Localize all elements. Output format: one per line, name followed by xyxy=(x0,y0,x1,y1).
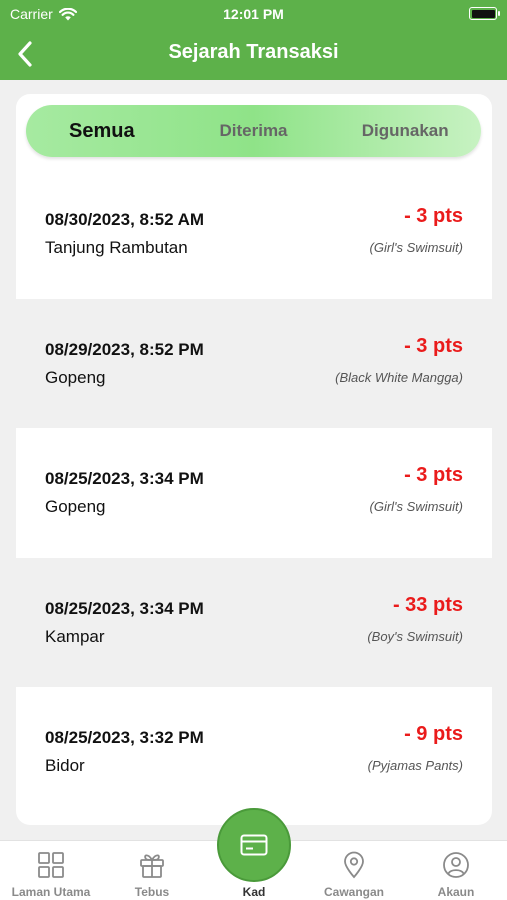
transaction-item: (Pyjamas Pants) xyxy=(367,758,463,773)
transaction-date: 08/30/2023, 8:52 AM xyxy=(45,210,205,229)
transaction-points: - 3 pts xyxy=(404,334,463,357)
tab-tebus[interactable]: Tebus xyxy=(102,851,202,899)
location-pin-icon xyxy=(344,851,364,879)
user-icon xyxy=(443,852,469,878)
transaction-row[interactable]: 08/25/2023, 3:34 PM Kampar - 33 pts (Boy… xyxy=(16,557,492,687)
transaction-item: (Black White Mangga) xyxy=(335,369,463,385)
transaction-location: Gopeng xyxy=(45,497,106,516)
transaction-item: (Girl's Swimsuit) xyxy=(369,240,463,255)
header: Sejarah Transaksi xyxy=(0,28,507,80)
transaction-row[interactable]: 08/25/2023, 3:34 PM Gopeng - 3 pts (Girl… xyxy=(16,428,492,558)
transaction-row[interactable]: 08/30/2023, 8:52 AM Tanjung Rambutan - 3… xyxy=(16,169,492,299)
tab-cawangan[interactable]: Cawangan xyxy=(304,851,404,899)
tab-diterima[interactable]: Diterima xyxy=(178,121,330,141)
tab-label: Cawangan xyxy=(323,885,384,899)
filter-tabs: Semua Diterima Digunakan xyxy=(26,105,481,157)
transaction-date: 08/25/2023, 3:32 PM xyxy=(45,728,204,747)
tab-label: Akaun xyxy=(437,885,475,899)
clock: 12:01 PM xyxy=(223,6,284,22)
tab-label: Tebus xyxy=(134,885,170,899)
transaction-list: 08/30/2023, 8:52 AM Tanjung Rambutan - 3… xyxy=(16,169,492,817)
transaction-card: Semua Diterima Digunakan 08/30/2023, 8:5… xyxy=(16,94,492,825)
gift-icon xyxy=(140,854,164,878)
page-title: Sejarah Transaksi xyxy=(168,41,339,63)
transaction-date: 08/29/2023, 8:52 PM xyxy=(45,339,204,359)
transaction-points: - 3 pts xyxy=(404,205,463,227)
transaction-item: (Girl's Swimsuit) xyxy=(369,499,463,514)
transaction-location: Tanjung Rambutan xyxy=(45,238,188,257)
transaction-location: Gopeng xyxy=(45,367,106,387)
transaction-item: (Boy's Swimsuit) xyxy=(367,628,463,644)
transaction-location: Kampar xyxy=(45,626,105,646)
transaction-points: - 9 pts xyxy=(404,723,463,745)
transaction-date: 08/25/2023, 3:34 PM xyxy=(45,469,204,488)
transaction-points: - 3 pts xyxy=(404,464,463,486)
card-icon xyxy=(240,834,268,856)
tab-akaun[interactable]: Akaun xyxy=(406,851,506,899)
transaction-points: - 33 pts xyxy=(392,593,463,616)
status-bar: Carrier 12:01 PM xyxy=(0,0,507,28)
transaction-row[interactable]: 08/25/2023, 3:32 PM Bidor - 9 pts (Pyjam… xyxy=(16,687,492,817)
tab-semua[interactable]: Semua xyxy=(26,120,178,143)
tab-kad-label: Kad xyxy=(242,885,266,899)
tab-laman-utama[interactable]: Laman Utama xyxy=(1,851,101,899)
grid-icon xyxy=(38,852,64,878)
tab-kad[interactable] xyxy=(217,808,291,882)
tab-digunakan[interactable]: Digunakan xyxy=(329,121,481,141)
battery-icon xyxy=(469,7,500,20)
transaction-location: Bidor xyxy=(45,756,85,775)
transaction-row[interactable]: 08/29/2023, 8:52 PM Gopeng - 3 pts (Blac… xyxy=(16,298,492,428)
tab-label: Laman Utama xyxy=(11,885,91,899)
transaction-date: 08/25/2023, 3:34 PM xyxy=(45,598,204,618)
